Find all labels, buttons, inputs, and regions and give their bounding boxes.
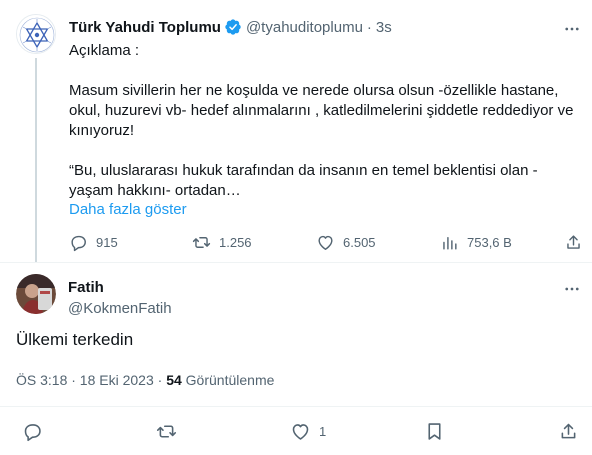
quoted-tweet[interactable]: Türk Yahudi Toplumu @tyahuditoplumu · 3s… [0,0,592,262]
heart-icon [318,235,333,250]
tweet-text: Ülkemi terkedin [16,330,134,349]
like-count: 6.505 [343,235,376,250]
views-button[interactable]: 753,6 B [440,233,512,252]
quoted-tweet-text: Açıklama : Masum sivillerin her ne koşul… [69,41,579,201]
divider [0,262,592,263]
tweet-paragraph [69,61,579,81]
author-avatar[interactable] [16,274,56,314]
star-of-david-logo-icon [17,15,55,53]
separator-dot: · [366,18,372,36]
heart-icon [292,424,309,440]
quoted-tweet-header: Türk Yahudi Toplumu @tyahuditoplumu · 3s [69,18,392,36]
retweet-icon [192,237,211,248]
more-icon[interactable] [563,20,581,38]
retweet-button[interactable]: 1.256 [192,233,252,252]
tweet-paragraph: Açıklama : [69,42,140,59]
bookmark-icon [428,423,441,440]
reply-button[interactable] [22,421,43,442]
bookmark-button[interactable] [424,421,445,442]
show-more-link[interactable]: Daha fazla göster [69,201,187,218]
share-button[interactable] [558,421,579,442]
view-count-label: Görüntülenme [181,372,275,388]
views-chart-icon [443,237,457,250]
tweet-paragraph [69,141,579,161]
retweet-icon [156,425,177,438]
like-button[interactable]: 6.505 [316,233,376,252]
view-count[interactable]: 54 [166,372,182,388]
reply-button[interactable]: 915 [69,233,118,252]
tweet-meta: ÖS 3:18 · 18 Eki 2023 · 54 Görüntülenme [16,372,274,388]
share-button[interactable] [564,233,583,252]
reply-icon [71,235,86,252]
reply-icon [24,424,41,442]
more-icon[interactable] [563,280,581,298]
divider [0,406,592,407]
thread-connector-line [35,58,37,262]
like-button[interactable]: 1 [290,421,326,442]
profile-photo-icon [16,274,56,314]
reply-count: 915 [96,235,118,250]
like-count: 1 [319,424,327,439]
author-handle[interactable]: @KokmenFatih [68,300,172,317]
share-icon [567,235,580,249]
views-count: 753,6 B [467,235,512,250]
quoted-author-name[interactable]: Türk Yahudi Toplumu [69,19,221,36]
tweet-paragraph: “Bu, uluslararası hukuk tarafından da in… [69,162,538,199]
author-name[interactable]: Fatih [68,279,104,296]
retweet-button[interactable] [156,421,177,442]
quoted-author-avatar[interactable] [16,14,56,54]
quoted-tweet-time[interactable]: 3s [376,19,392,36]
tweet-timestamp[interactable]: ÖS 3:18 · 18 Eki 2023 · [16,372,166,388]
quoted-author-handle[interactable]: @tyahuditoplumu [246,19,363,36]
share-icon [561,423,576,439]
retweet-count: 1.256 [219,235,252,250]
verified-badge-icon [225,19,241,35]
tweet-paragraph: Masum sivillerin her ne koşulda ve nered… [69,82,578,139]
